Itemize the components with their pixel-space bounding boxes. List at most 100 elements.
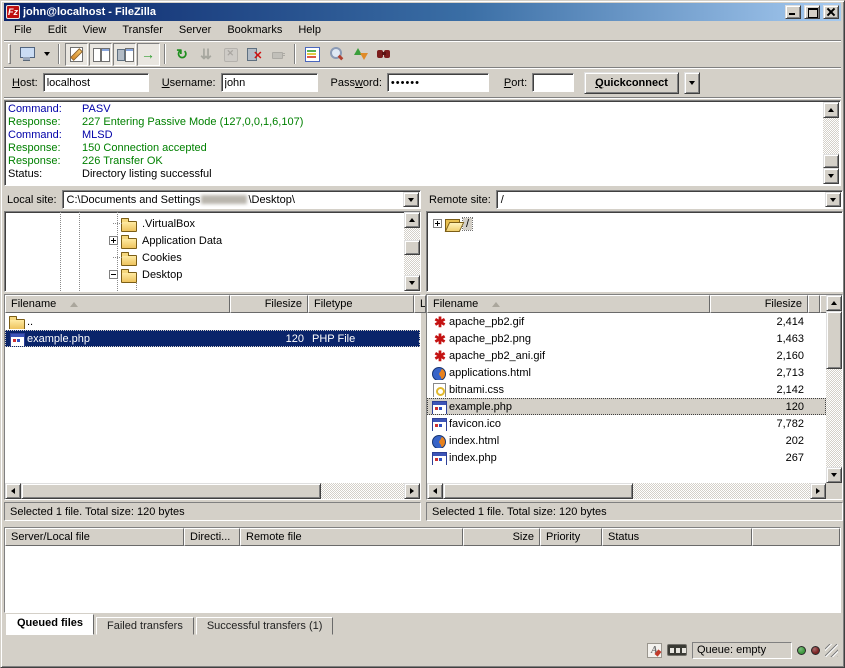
file-row[interactable]: ✱apache_pb2.gif2,414	[427, 313, 826, 330]
cancel-operation-button[interactable]	[219, 43, 242, 66]
scroll-left-button[interactable]	[5, 483, 21, 499]
local-site-combo[interactable]: C:\Documents and Settings\Desktop\	[62, 190, 421, 209]
scroll-thumb[interactable]	[404, 240, 420, 255]
queue-column-header[interactable]: Priority	[540, 528, 602, 546]
reconnect-button[interactable]	[267, 43, 290, 66]
tree-item[interactable]: Cookies	[5, 249, 420, 266]
quickconnect-dropdown-button[interactable]	[684, 72, 700, 94]
scroll-track[interactable]	[404, 228, 420, 240]
maximize-button[interactable]	[804, 5, 820, 19]
menu-edit[interactable]: Edit	[40, 21, 75, 40]
toggle-message-log-button[interactable]	[65, 43, 88, 66]
local-hscrollbar[interactable]	[5, 483, 420, 499]
menu-view[interactable]: View	[75, 21, 115, 40]
host-input[interactable]	[43, 73, 149, 92]
synchronized-browsing-button[interactable]	[349, 43, 372, 66]
remote-column-header[interactable]	[808, 295, 820, 313]
scroll-down-button[interactable]	[826, 467, 842, 483]
find-files-button[interactable]	[373, 43, 396, 66]
remote-column-header[interactable]: Filename	[427, 295, 710, 313]
scroll-right-button[interactable]	[404, 483, 420, 499]
tree-expander-plus[interactable]	[109, 236, 118, 245]
remote-column-header[interactable]: Filesize	[710, 295, 808, 313]
scroll-track[interactable]	[826, 369, 842, 467]
queue-column-header[interactable]: Size	[463, 528, 540, 546]
port-input[interactable]	[532, 73, 574, 92]
remote-site-combo[interactable]: /	[496, 190, 843, 209]
file-row[interactable]: ..	[5, 313, 420, 330]
file-row[interactable]: ✱apache_pb2.png1,463	[427, 330, 826, 347]
quickconnect-button[interactable]: Quickconnect	[584, 72, 679, 94]
titlebar[interactable]: Fz john@localhost - FileZilla	[4, 3, 841, 21]
scroll-track[interactable]	[823, 118, 839, 154]
file-row[interactable]: favicon.ico7,782	[427, 415, 826, 432]
menu-help[interactable]: Help	[290, 21, 329, 40]
file-row[interactable]: example.php120PHP File1	[5, 330, 420, 347]
local-column-header[interactable]: Filename	[5, 295, 230, 313]
file-row[interactable]: bitnami.css2,142	[427, 381, 826, 398]
scroll-track[interactable]	[404, 255, 420, 275]
tree-item[interactable]: Desktop	[5, 266, 420, 283]
menu-server[interactable]: Server	[171, 21, 219, 40]
scroll-up-button[interactable]	[404, 212, 420, 228]
local-site-dropdown-button[interactable]	[403, 192, 419, 207]
transfer-type-icon[interactable]	[647, 643, 662, 658]
site-manager-button[interactable]	[16, 43, 39, 66]
toggle-remote-tree-button[interactable]	[113, 43, 136, 66]
file-row[interactable]: ✱apache_pb2_ani.gif2,160	[427, 347, 826, 364]
minimize-button[interactable]	[785, 5, 801, 19]
remote-site-dropdown-button[interactable]	[825, 192, 841, 207]
process-queue-button[interactable]: ⇊	[195, 43, 218, 66]
resize-grip[interactable]	[825, 644, 838, 657]
queue-column-header[interactable]: Directi...	[184, 528, 240, 546]
queue-column-header[interactable]: Remote file	[240, 528, 463, 546]
queue-column-header[interactable]: Server/Local file	[5, 528, 184, 546]
local-column-header[interactable]: Filetype	[308, 295, 414, 313]
scroll-up-button[interactable]	[826, 295, 842, 311]
tab-successful-transfers-1-[interactable]: Successful transfers (1)	[196, 617, 334, 635]
queue-column-header[interactable]: Status	[602, 528, 752, 546]
scroll-thumb[interactable]	[21, 483, 321, 499]
menu-bookmarks[interactable]: Bookmarks	[219, 21, 290, 40]
site-manager-dropdown-button[interactable]	[40, 43, 54, 66]
tree-item[interactable]: Application Data	[5, 232, 420, 249]
filter-button[interactable]	[301, 43, 324, 66]
speed-limit-icon[interactable]	[667, 644, 687, 656]
scroll-left-button[interactable]	[427, 483, 443, 499]
menu-file[interactable]: File	[6, 21, 40, 40]
scroll-thumb[interactable]	[823, 154, 839, 168]
file-row[interactable]: example.php120	[427, 398, 826, 415]
remote-hscrollbar[interactable]	[427, 483, 826, 499]
scroll-down-button[interactable]	[404, 275, 420, 291]
tree-item[interactable]: /	[427, 215, 842, 232]
directory-comparison-button[interactable]	[325, 43, 348, 66]
password-input[interactable]	[387, 73, 489, 92]
log-scrollbar[interactable]	[823, 102, 839, 184]
scroll-track[interactable]	[321, 483, 404, 499]
scroll-up-button[interactable]	[823, 102, 839, 118]
local-tree-scrollbar[interactable]	[404, 212, 420, 291]
username-input[interactable]	[221, 73, 318, 92]
file-row[interactable]: applications.html2,713	[427, 364, 826, 381]
file-row[interactable]: index.php267	[427, 449, 826, 466]
toggle-transfer-queue-button[interactable]: →	[137, 43, 160, 66]
tree-item[interactable]: .VirtualBox	[5, 215, 420, 232]
close-button[interactable]	[823, 5, 839, 19]
toggle-local-tree-button[interactable]	[89, 43, 112, 66]
scroll-right-button[interactable]	[810, 483, 826, 499]
scroll-thumb[interactable]	[826, 311, 842, 369]
remote-vscrollbar[interactable]	[826, 295, 842, 499]
file-row[interactable]: index.html202	[427, 432, 826, 449]
scroll-track[interactable]	[633, 483, 810, 499]
refresh-button[interactable]: ↻	[171, 43, 194, 66]
toolbar-grip[interactable]	[8, 44, 11, 64]
tree-expander-minus[interactable]	[109, 270, 118, 279]
tree-expander-plus[interactable]	[433, 219, 442, 228]
scroll-down-button[interactable]	[823, 168, 839, 184]
scroll-thumb[interactable]	[443, 483, 633, 499]
tab-queued-files[interactable]: Queued files	[6, 614, 94, 635]
tab-failed-transfers[interactable]: Failed transfers	[96, 617, 194, 635]
menu-transfer[interactable]: Transfer	[114, 21, 171, 40]
local-column-header[interactable]: Filesize	[230, 295, 308, 313]
disconnect-button[interactable]	[243, 43, 266, 66]
